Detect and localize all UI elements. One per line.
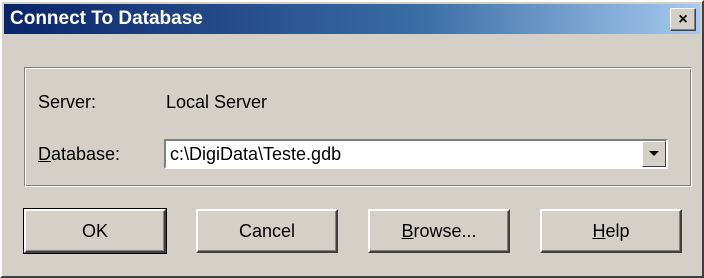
database-dropdown-button[interactable] bbox=[642, 141, 666, 167]
browse-button-label: Browse... bbox=[401, 221, 476, 242]
connection-group bbox=[24, 67, 692, 187]
dialog-title: Connect To Database bbox=[10, 8, 203, 29]
cancel-button[interactable]: Cancel bbox=[196, 209, 338, 253]
browse-rest: rowse... bbox=[413, 220, 477, 241]
database-path-value[interactable]: c:\DigiData\Teste.gdb bbox=[170, 144, 341, 165]
ok-button[interactable]: OK bbox=[23, 208, 167, 254]
help-mnemonic: H bbox=[592, 220, 606, 241]
cancel-button-label: Cancel bbox=[238, 220, 296, 241]
browse-button[interactable]: Browse... bbox=[368, 209, 510, 253]
database-label-rest: atabase: bbox=[51, 144, 121, 164]
browse-mnemonic: B bbox=[401, 220, 414, 241]
help-rest: elp bbox=[605, 220, 630, 241]
chevron-down-icon bbox=[649, 151, 659, 156]
database-combobox[interactable]: c:\DigiData\Teste.gdb bbox=[164, 139, 668, 169]
ok-button-label: OK bbox=[81, 220, 108, 241]
close-button[interactable]: × bbox=[670, 8, 696, 31]
database-label-mnemonic: D bbox=[38, 144, 51, 164]
title-bar[interactable]: Connect To Database × bbox=[4, 4, 700, 34]
connect-dialog: Connect To Database × Server: Local Serv… bbox=[0, 0, 704, 278]
server-label: Server: bbox=[38, 92, 97, 112]
database-label: Database: bbox=[38, 144, 120, 165]
close-icon: × bbox=[678, 10, 688, 28]
server-value: Local Server bbox=[166, 92, 268, 112]
help-button[interactable]: Help bbox=[540, 209, 682, 253]
help-button-label: Help bbox=[592, 221, 629, 242]
